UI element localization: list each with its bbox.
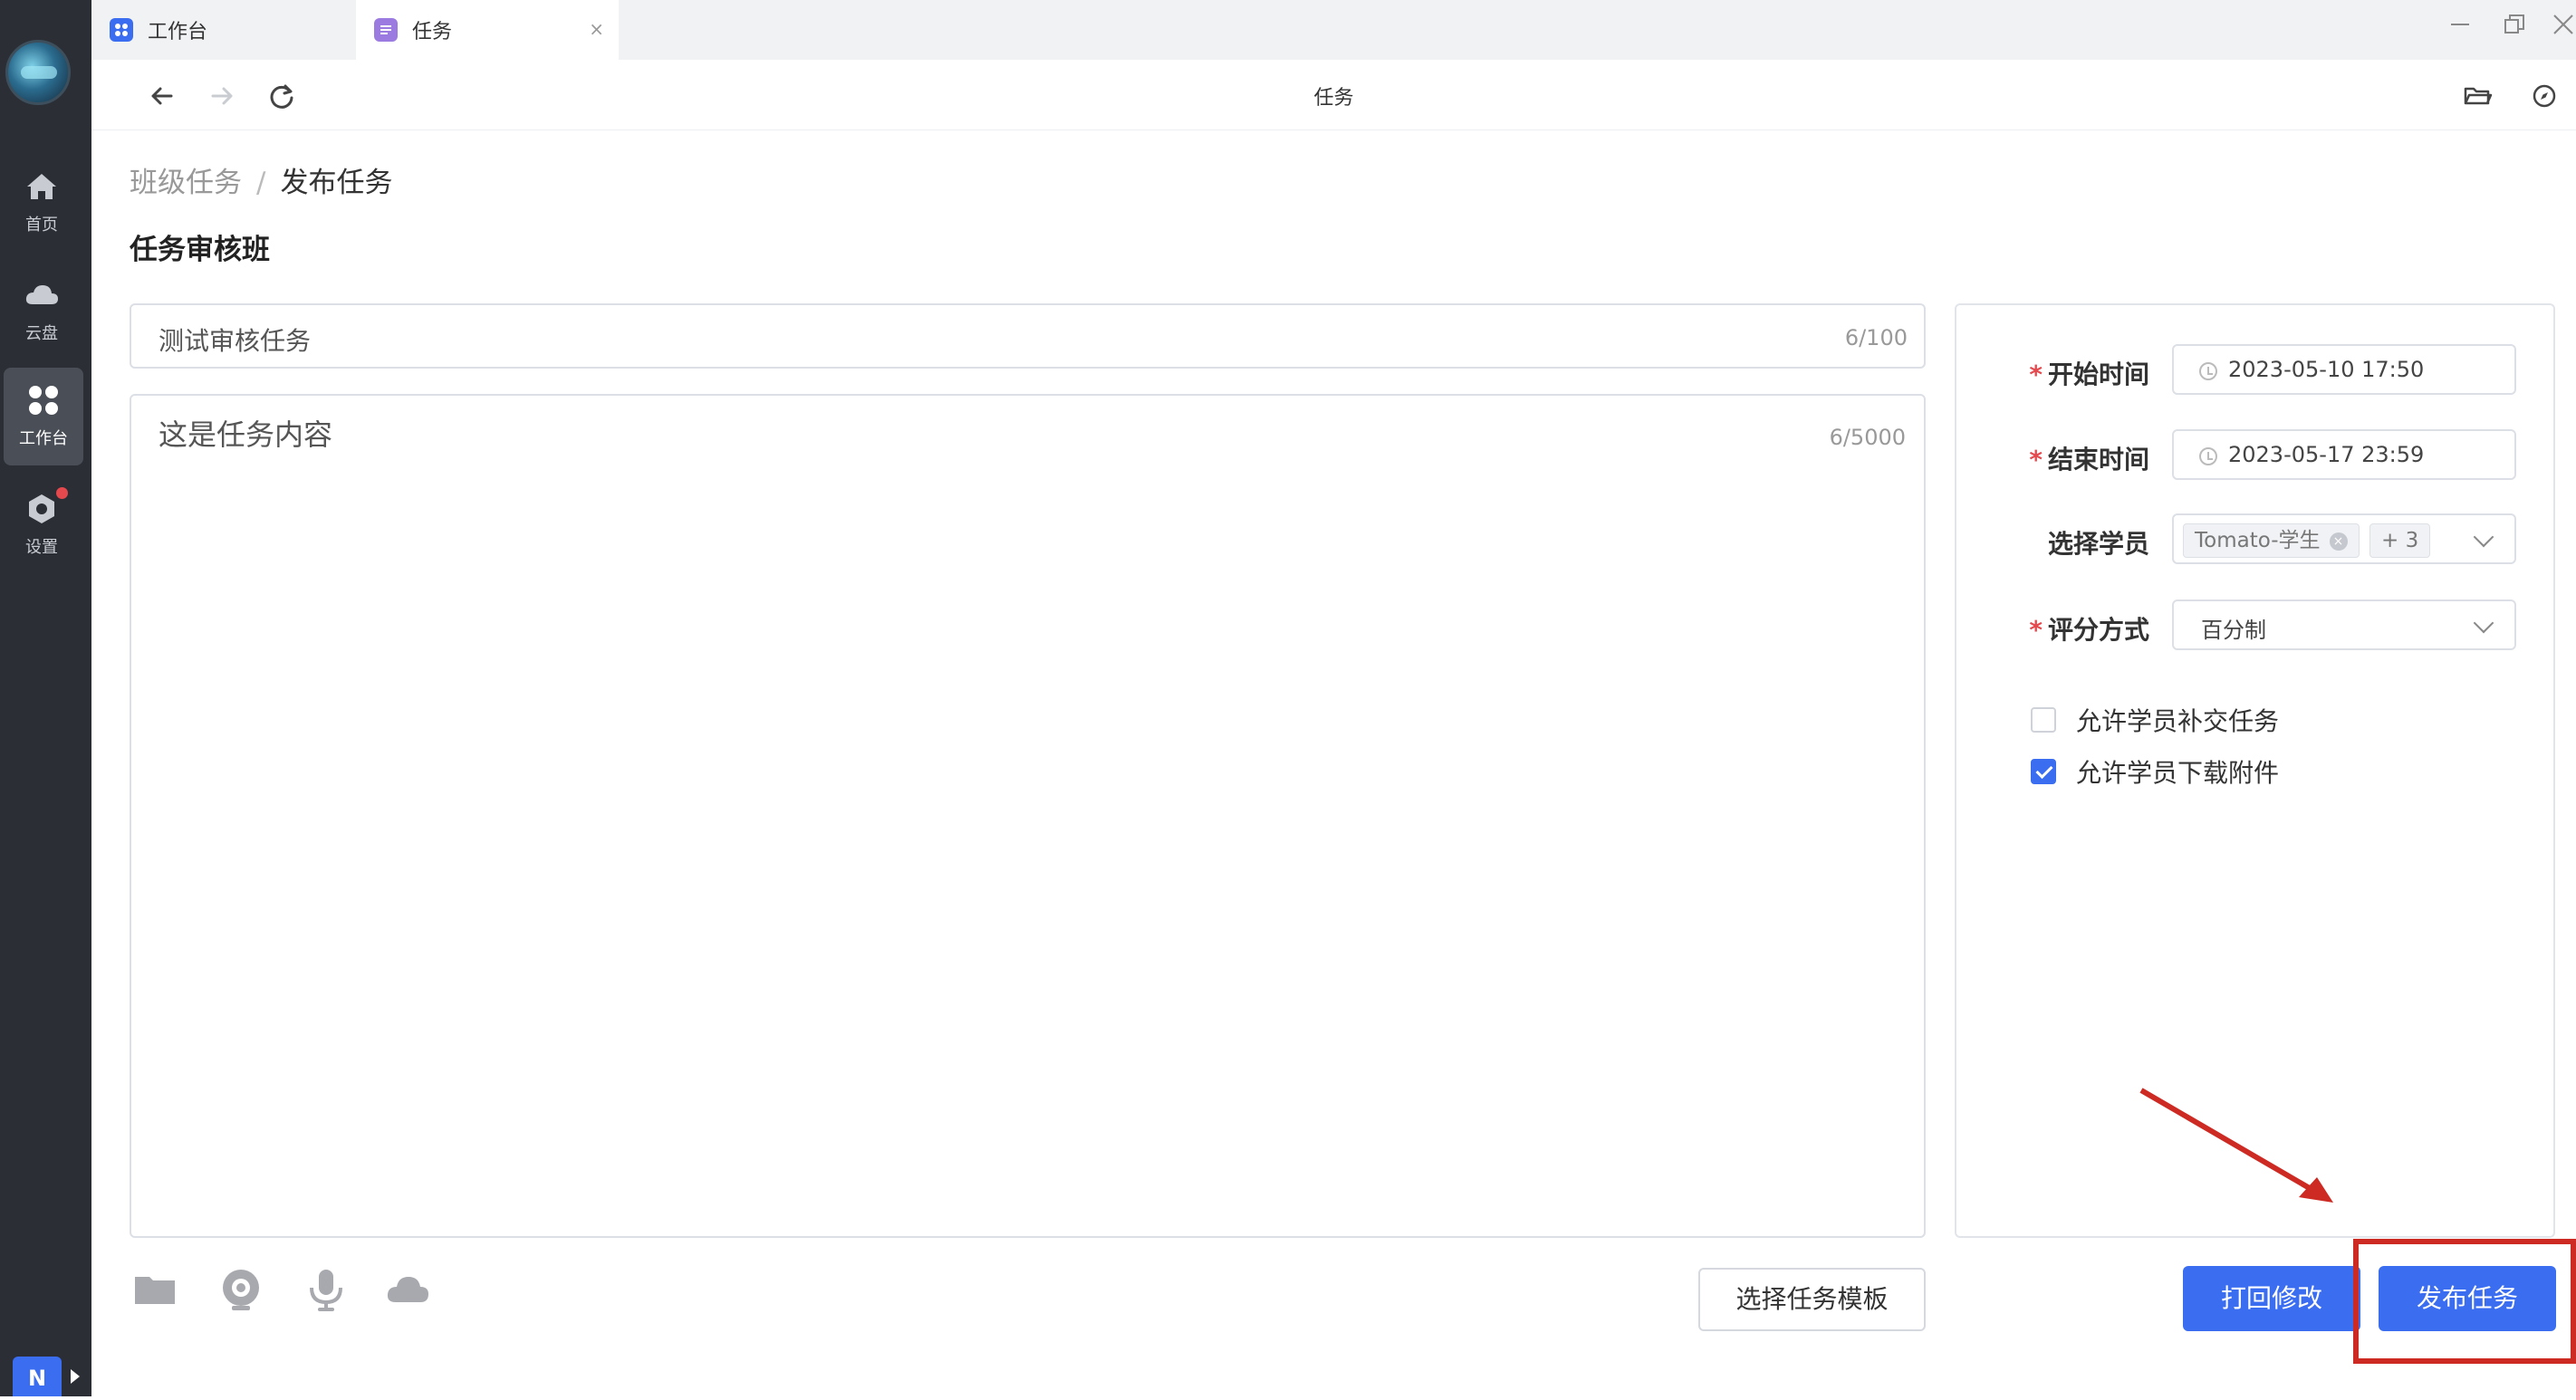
cloud-icon: [25, 285, 58, 304]
back-button[interactable]: [144, 78, 180, 114]
rail-item-settings[interactable]: 设置: [0, 476, 83, 574]
grid-icon: [110, 18, 133, 42]
attach-audio-button[interactable]: [303, 1266, 350, 1313]
rail-item-label: 工作台: [19, 429, 68, 448]
grading-label-text: 评分方式: [2047, 615, 2149, 645]
tab-label: 工作台: [148, 21, 208, 43]
minimize-icon[interactable]: [2446, 13, 2474, 40]
end-time-label-text: 结束时间: [2047, 445, 2149, 475]
breadcrumb-parent[interactable]: 班级任务: [130, 167, 242, 199]
start-time-picker[interactable]: 2023-05-10 17:50: [2172, 344, 2516, 395]
restore-icon[interactable]: [2501, 13, 2528, 40]
page-title: 任务审核班: [130, 234, 270, 266]
allow-late-submit-checkbox[interactable]: [2031, 707, 2056, 733]
annotation-arrow-icon: [2139, 1088, 2333, 1203]
task-title-input[interactable]: 测试审核任务 6/100: [130, 303, 1926, 369]
tab-workbench[interactable]: 工作台: [91, 0, 354, 60]
students-row: 选择学员 Tomato-学生 × + 3: [1956, 513, 2557, 566]
avatar[interactable]: [5, 40, 71, 105]
student-tag-label: Tomato-学生: [2195, 529, 2321, 552]
students-select[interactable]: Tomato-学生 × + 3: [2172, 513, 2516, 564]
clock-icon: [2199, 447, 2217, 465]
home-icon: [27, 174, 56, 199]
forward-button[interactable]: [204, 78, 240, 114]
chevron-down-icon: [2473, 526, 2494, 548]
required-mark: *: [2029, 360, 2043, 389]
required-mark: *: [2029, 445, 2043, 475]
select-template-button[interactable]: 选择任务模板: [1698, 1268, 1926, 1331]
start-time-row: * 开始时间 2023-05-10 17:50: [1956, 344, 2557, 397]
notification-dot: [56, 487, 68, 499]
compass-icon: [2533, 84, 2556, 108]
cloud-icon: [387, 1277, 428, 1302]
allow-late-submit-row[interactable]: 允许学员补交任务: [2031, 702, 2279, 738]
end-time-value: 2023-05-17 23:59: [2228, 442, 2425, 467]
folder-open-icon: [2464, 87, 2493, 105]
folder-icon: [135, 1277, 175, 1304]
arrow-left-icon: [151, 87, 173, 105]
rail-item-label: 首页: [25, 216, 58, 235]
task-content-value: 这是任务内容: [159, 417, 333, 452]
rail-item-cloud[interactable]: 云盘: [0, 263, 83, 360]
task-icon: [374, 18, 398, 42]
end-time-picker[interactable]: 2023-05-17 23:59: [2172, 429, 2516, 480]
grading-row: * 评分方式 百分制: [1956, 599, 2557, 652]
allow-late-submit-label: 允许学员补交任务: [2076, 706, 2280, 736]
close-window-icon[interactable]: [2550, 13, 2576, 40]
students-label: 选择学员: [2047, 529, 2149, 559]
more-students-tag: + 3: [2369, 523, 2431, 558]
arrow-right-icon: [211, 87, 233, 105]
annotation-highlight-box: [2353, 1239, 2576, 1364]
start-time-label-text: 开始时间: [2047, 360, 2149, 389]
refresh-button[interactable]: [264, 78, 300, 114]
title-char-counter: 6/100: [1844, 325, 1908, 350]
task-content-textarea[interactable]: 这是任务内容 6/5000: [130, 394, 1926, 1238]
grading-select[interactable]: 百分制: [2172, 599, 2516, 650]
end-time-row: * 结束时间 2023-05-17 23:59: [1956, 429, 2557, 482]
tab-strip: 工作台 任务 ×: [91, 0, 2576, 60]
webcam-icon: [223, 1270, 259, 1310]
grading-value: 百分制: [2201, 618, 2266, 643]
chevron-down-icon: [2473, 612, 2494, 634]
content-char-counter: 6/5000: [1829, 425, 1906, 450]
allow-download-checkbox[interactable]: [2031, 759, 2056, 784]
tab-task[interactable]: 任务 ×: [356, 0, 619, 60]
attach-file-button[interactable]: [131, 1266, 178, 1313]
rail-item-home[interactable]: 首页: [0, 154, 83, 252]
breadcrumb-separator: /: [256, 167, 266, 199]
rail-item-label: 云盘: [25, 324, 58, 343]
rail-item-workbench[interactable]: 工作台: [4, 368, 83, 465]
settings-icon: [29, 494, 54, 523]
start-time-value: 2023-05-10 17:50: [2228, 357, 2425, 382]
expand-arrow-icon[interactable]: [71, 1369, 80, 1384]
task-title-value: 测试审核任务: [159, 326, 312, 356]
grading-label: * 评分方式: [2029, 610, 2149, 647]
compass-button[interactable]: [2526, 78, 2562, 114]
student-tag: Tomato-学生 ×: [2183, 523, 2360, 558]
left-rail: 首页 云盘 工作台 设置 N: [0, 0, 91, 1396]
app-badge[interactable]: N: [13, 1357, 62, 1396]
reject-revise-button[interactable]: 打回修改: [2183, 1266, 2360, 1331]
clock-icon: [2199, 362, 2217, 380]
attach-cloud-button[interactable]: [384, 1266, 431, 1313]
breadcrumb: 班级任务 / 发布任务: [130, 159, 392, 200]
nav-toolbar: 任务: [91, 60, 2576, 130]
microphone-icon: [310, 1270, 342, 1311]
allow-download-row[interactable]: 允许学员下载附件: [2031, 753, 2279, 790]
folder-button[interactable]: [2459, 78, 2495, 114]
refresh-icon: [270, 84, 293, 109]
start-time-label: * 开始时间: [2029, 355, 2149, 391]
end-time-label: * 结束时间: [2029, 440, 2149, 476]
close-icon[interactable]: ×: [589, 18, 604, 40]
required-mark: *: [2029, 615, 2043, 645]
grid-icon: [29, 386, 58, 415]
allow-download-label: 允许学员下载附件: [2076, 758, 2280, 788]
tab-label: 任务: [412, 21, 453, 43]
breadcrumb-current: 发布任务: [280, 167, 393, 199]
attach-camera-button[interactable]: [217, 1266, 264, 1313]
toolbar-title: 任务: [1313, 87, 1354, 110]
remove-tag-icon[interactable]: ×: [2329, 532, 2348, 551]
rail-item-label: 设置: [25, 538, 58, 557]
